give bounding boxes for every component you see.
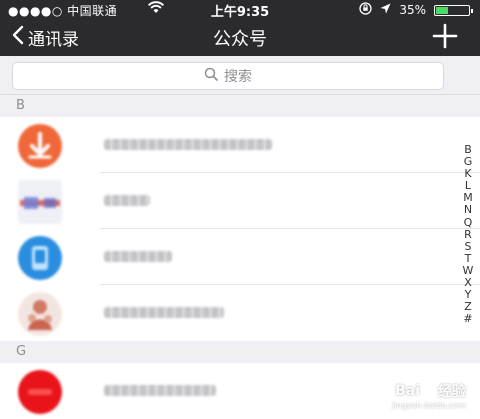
location-icon [380, 3, 391, 17]
battery-level [436, 6, 448, 14]
search-bar: 搜索 [0, 56, 480, 95]
list-item[interactable] [0, 117, 480, 173]
plus-icon [432, 23, 458, 49]
watermark-brand-2: 经验 [438, 384, 466, 400]
search-input[interactable]: 搜索 [12, 62, 444, 90]
account-name-blurred [104, 139, 272, 150]
search-icon [204, 67, 218, 85]
index-letter[interactable]: # [463, 313, 472, 325]
alphabet-index[interactable]: B G K L M N Q R S T W X Y Z # [460, 143, 476, 325]
index-letter[interactable]: N [464, 204, 472, 216]
watermark-brand: Bai [395, 383, 420, 399]
list-item[interactable] [0, 285, 480, 341]
search-placeholder: 搜索 [224, 69, 252, 85]
account-name-blurred [104, 251, 172, 262]
account-avatar [18, 292, 62, 336]
account-name-blurred [104, 385, 216, 396]
list-item[interactable] [0, 173, 480, 229]
add-button[interactable] [430, 21, 460, 51]
section-header-b: B [0, 95, 480, 117]
list-item[interactable] [0, 229, 480, 285]
watermark-url: jingyan.baidu.com [392, 401, 466, 410]
page-title: 公众号 [213, 29, 267, 50]
battery-percent: 35% [399, 3, 426, 17]
status-bar: ●●●●○ 中国联通 上午9:35 35% [0, 0, 480, 20]
account-name-blurred [104, 195, 150, 206]
account-avatar [18, 370, 62, 414]
index-letter[interactable]: R [464, 228, 472, 241]
account-avatar [18, 236, 62, 280]
index-letter[interactable]: Q [464, 216, 473, 229]
account-name-blurred [104, 307, 224, 318]
section-header-g: G [0, 341, 480, 363]
orientation-lock-icon [359, 2, 372, 18]
status-right: 35% [359, 2, 473, 18]
baidu-watermark: Bai 经验 jingyan.baidu.com [392, 381, 466, 410]
account-avatar [18, 124, 62, 168]
battery-icon [434, 4, 473, 16]
nav-bar: 通讯录 公众号 [0, 18, 480, 56]
paw-icon [422, 382, 436, 400]
account-avatar [18, 180, 62, 224]
